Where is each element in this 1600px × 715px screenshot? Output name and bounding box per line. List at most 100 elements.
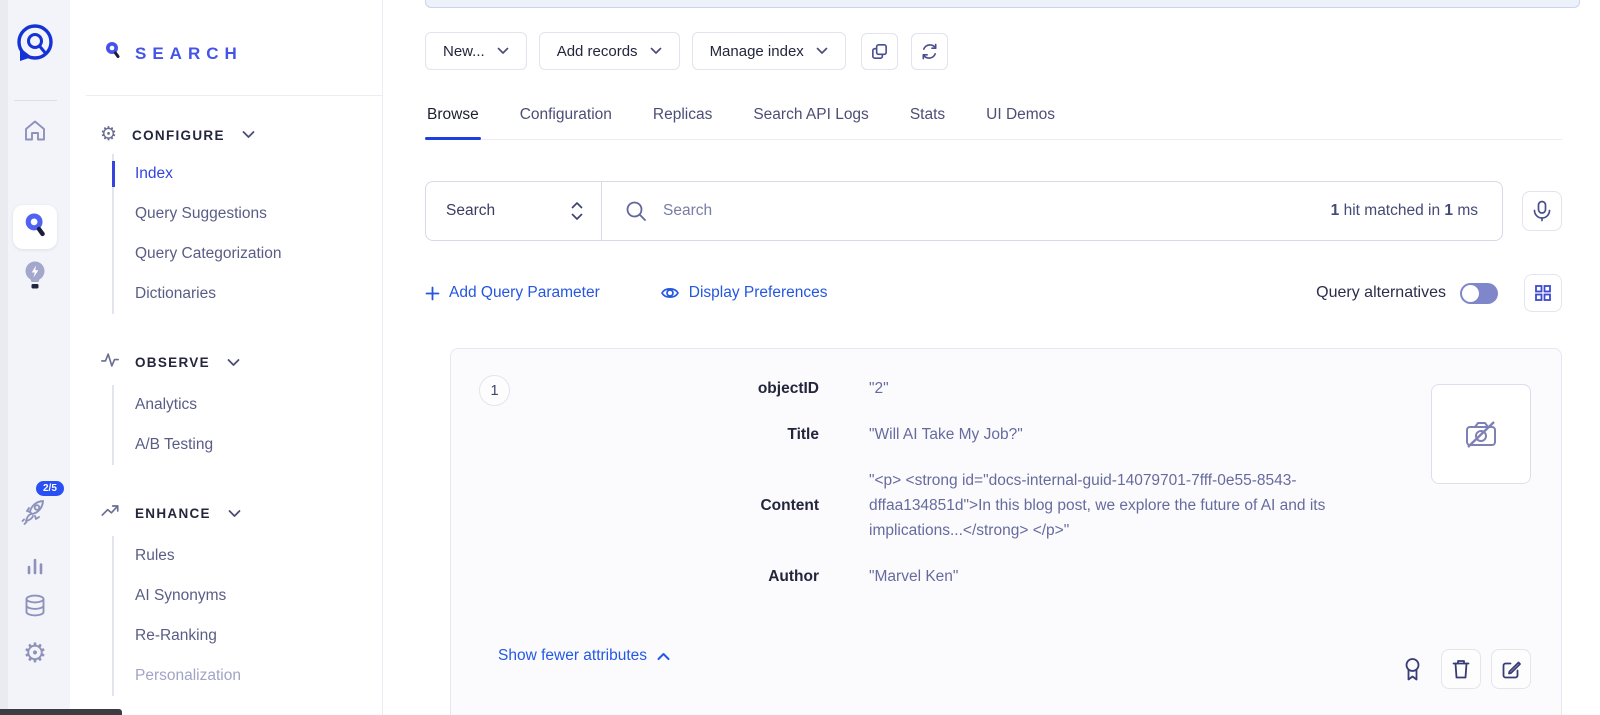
- grid-icon: [1534, 284, 1552, 302]
- section-enhance-header[interactable]: ENHANCE: [70, 491, 382, 536]
- copy-icon: [870, 42, 889, 61]
- select-chevrons-icon: [570, 200, 584, 222]
- attribute-row: Content "<p> <strong id="docs-internal-g…: [451, 468, 1561, 543]
- section-configure-label: CONFIGURE: [132, 128, 225, 143]
- attribute-name: objectID: [479, 380, 819, 398]
- tab-browse[interactable]: Browse: [425, 94, 481, 139]
- rail-analytics-button[interactable]: [0, 552, 70, 585]
- delete-record-button[interactable]: [1441, 649, 1481, 689]
- add-query-parameter-link[interactable]: Add Query Parameter: [425, 284, 600, 302]
- microphone-icon: [1532, 200, 1552, 222]
- app-window: 2/5: [0, 0, 1600, 715]
- sidebar-item-dictionaries[interactable]: Dictionaries: [114, 274, 382, 314]
- query-alternatives-label: Query alternatives: [1316, 284, 1446, 302]
- hit-image-placeholder: [1431, 384, 1531, 484]
- rail-search-button[interactable]: [13, 205, 57, 249]
- sidebar-item-ai-synonyms[interactable]: AI Synonyms: [114, 576, 382, 616]
- sidebar-item-ab-testing[interactable]: A/B Testing: [114, 425, 382, 465]
- hit-card: 1 objectID "2" Title "Will AI Take My Jo…: [450, 348, 1562, 715]
- hit-attributes: objectID "2" Title "Will AI Take My Job?…: [451, 349, 1561, 589]
- sidebar-item-personalization[interactable]: Personalization: [114, 656, 382, 696]
- copy-index-button[interactable]: [861, 33, 898, 70]
- attribute-value: "Marvel Ken": [869, 564, 1399, 589]
- tab-configuration[interactable]: Configuration: [518, 94, 614, 139]
- rail-data-button[interactable]: [0, 591, 70, 626]
- search-input[interactable]: [663, 202, 1331, 220]
- search-magnifier-icon: [103, 40, 123, 67]
- algolia-logo[interactable]: [0, 21, 70, 70]
- search-bar: Search 1 hit matched in 1 ms: [425, 181, 1503, 241]
- query-alternatives-toggle[interactable]: [1460, 283, 1498, 304]
- tab-stats[interactable]: Stats: [908, 94, 947, 139]
- rocket-icon: [0, 514, 50, 531]
- tab-replicas[interactable]: Replicas: [651, 94, 714, 139]
- rail-home-button[interactable]: [0, 116, 70, 149]
- rail-divider: [14, 100, 57, 101]
- edit-icon: [1501, 659, 1522, 680]
- layout-grid-button[interactable]: [1524, 274, 1562, 312]
- chevron-down-icon: [242, 126, 255, 144]
- trash-icon: [1451, 658, 1471, 680]
- edit-record-button[interactable]: [1491, 649, 1531, 689]
- section-enhance-label: ENHANCE: [135, 506, 211, 521]
- search-product-icon: [19, 209, 51, 246]
- add-query-parameter-label: Add Query Parameter: [449, 284, 600, 302]
- hits-suffix-text: ms: [1453, 202, 1478, 219]
- tab-search-api-logs[interactable]: Search API Logs: [751, 94, 870, 139]
- attribute-value: "Will AI Take My Job?": [869, 422, 1399, 447]
- rail-settings-button[interactable]: ⚙: [0, 638, 70, 669]
- chevron-up-icon: [657, 652, 670, 661]
- section-enhance: ENHANCE Rules AI Synonyms Re-Ranking Per…: [70, 491, 382, 696]
- display-preferences-link[interactable]: Display Preferences: [660, 284, 828, 302]
- tab-ui-demos[interactable]: UI Demos: [984, 94, 1057, 139]
- database-icon: [21, 591, 49, 626]
- chevron-down-icon: [227, 354, 240, 372]
- attribute-row: Title "Will AI Take My Job?": [451, 422, 1561, 447]
- section-observe-header[interactable]: OBSERVE: [70, 340, 382, 385]
- section-configure: ⚙ CONFIGURE Index Query Suggestions Quer…: [70, 116, 382, 314]
- toggle-knob: [1462, 285, 1479, 302]
- hits-time: 1: [1444, 202, 1453, 219]
- attribute-value: "<p> <strong id="docs-internal-guid-1407…: [869, 468, 1399, 543]
- sidebar-item-query-suggestions[interactable]: Query Suggestions: [114, 194, 382, 234]
- sidebar-item-query-categorization[interactable]: Query Categorization: [114, 234, 382, 274]
- sidebar: SEARCH ⚙ CONFIGURE Index Query Suggestio…: [70, 0, 383, 715]
- attribute-name: Title: [479, 426, 819, 444]
- add-records-button[interactable]: Add records: [539, 32, 680, 70]
- sidebar-item-analytics[interactable]: Analytics: [114, 385, 382, 425]
- product-title-label: SEARCH: [135, 44, 243, 64]
- gear-icon: ⚙: [23, 638, 47, 669]
- index-toolbar: New... Add records Manage index: [425, 32, 1562, 70]
- hits-count: 1: [1331, 202, 1340, 219]
- sidebar-item-re-ranking[interactable]: Re-Ranking: [114, 616, 382, 656]
- ribbon-icon: [1402, 657, 1423, 682]
- section-observe-label: OBSERVE: [135, 355, 210, 370]
- promote-hit-button[interactable]: [1402, 657, 1423, 682]
- configure-gear-icon: ⚙: [100, 126, 117, 144]
- lightbulb-icon: [21, 259, 49, 302]
- trend-up-icon: [100, 501, 120, 526]
- bar-chart-icon: [21, 552, 49, 585]
- display-preferences-label: Display Preferences: [689, 284, 828, 302]
- sidebar-item-index[interactable]: Index: [114, 154, 382, 194]
- show-fewer-attributes-link[interactable]: Show fewer attributes: [498, 647, 670, 665]
- new-button[interactable]: New...: [425, 32, 527, 70]
- attribute-value: "2": [869, 376, 1399, 401]
- rail-recommend-button[interactable]: [0, 259, 70, 302]
- hit-actions: [1402, 649, 1531, 689]
- attribute-row: objectID "2": [451, 376, 1561, 401]
- sidebar-item-rules[interactable]: Rules: [114, 536, 382, 576]
- search-mode-select[interactable]: Search: [426, 182, 602, 240]
- status-bar-fragment: [0, 709, 122, 715]
- search-row: Search 1 hit matched in 1 ms: [425, 181, 1562, 241]
- add-records-label: Add records: [557, 43, 638, 60]
- index-tabs: Browse Configuration Replicas Search API…: [425, 94, 1562, 140]
- sidebar-product-title: SEARCH: [70, 0, 382, 67]
- manage-index-button[interactable]: Manage index: [692, 32, 846, 70]
- rail-upgrade-button[interactable]: 2/5: [0, 481, 70, 532]
- section-configure-header[interactable]: ⚙ CONFIGURE: [70, 116, 382, 154]
- usage-badge: 2/5: [36, 481, 64, 496]
- refresh-button[interactable]: [911, 33, 948, 70]
- voice-search-button[interactable]: [1522, 191, 1562, 231]
- chevron-down-icon: [228, 505, 241, 523]
